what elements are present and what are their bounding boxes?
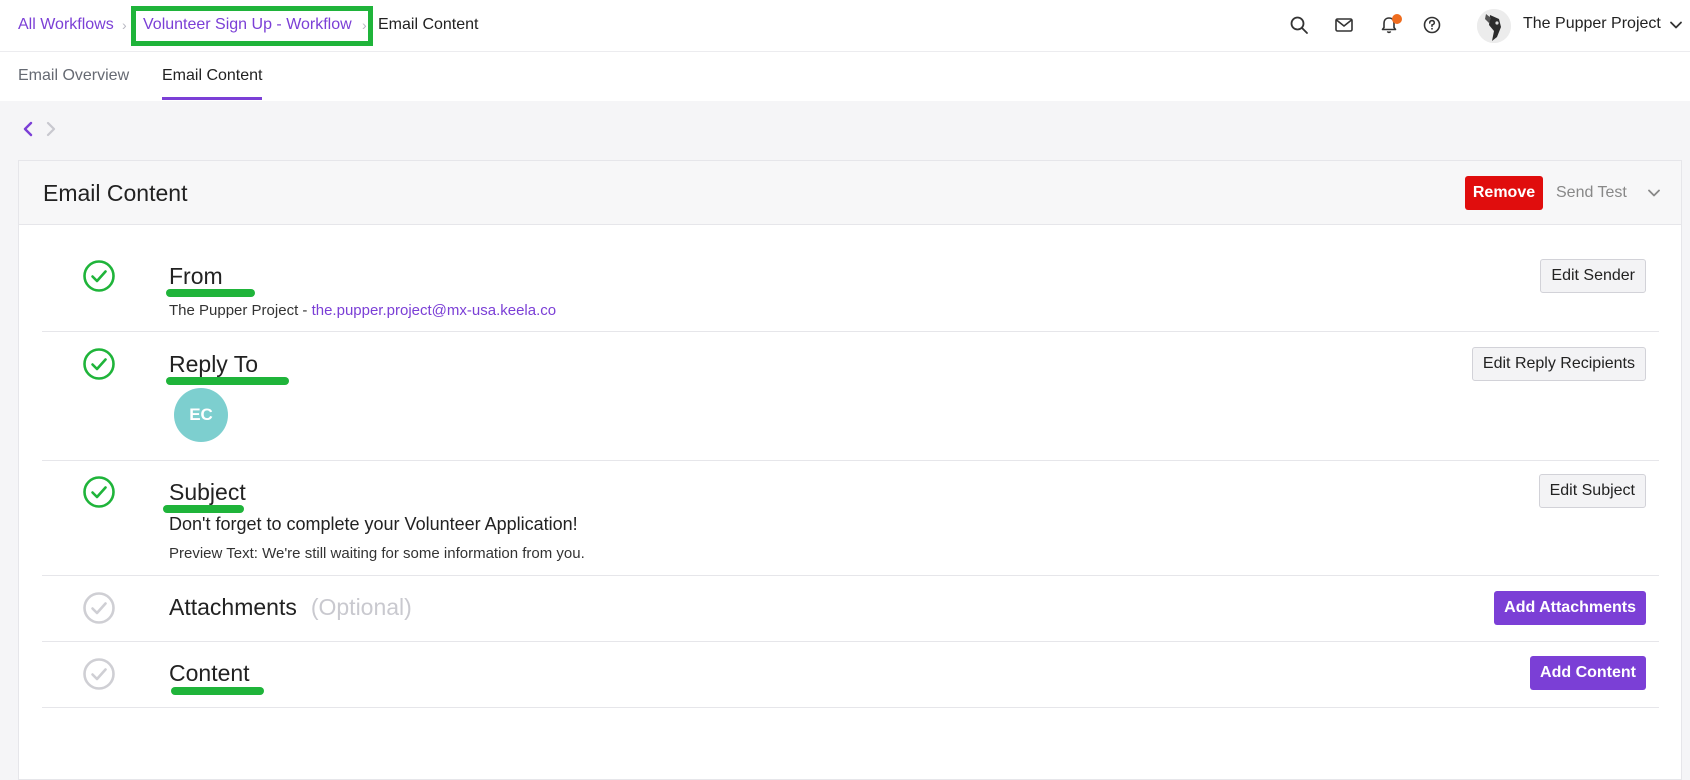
section-attachments: Attachments (Optional) Add Attachments — [42, 576, 1659, 642]
tab-bar: Email Overview Email Content — [0, 52, 1690, 101]
remove-button[interactable]: Remove — [1465, 176, 1543, 210]
chevron-down-icon[interactable] — [1668, 17, 1684, 33]
active-tab-indicator — [162, 97, 262, 100]
preview-text: Preview Text: We're still waiting for so… — [169, 545, 585, 562]
mail-icon[interactable] — [1333, 14, 1355, 36]
edit-reply-recipients-button[interactable]: Edit Reply Recipients — [1471, 347, 1646, 381]
highlight-underline — [166, 289, 255, 297]
tab-email-content[interactable]: Email Content — [162, 67, 263, 85]
highlight-underline — [166, 377, 289, 385]
section-from: From The Pupper Project - the.pupper.pro… — [42, 242, 1659, 332]
chevron-down-icon[interactable] — [1646, 185, 1662, 201]
org-avatar[interactable] — [1477, 9, 1511, 43]
add-attachments-button[interactable]: Add Attachments — [1494, 591, 1646, 625]
breadcrumb-separator: › — [122, 17, 127, 33]
sender-name: The Pupper Project - — [169, 302, 312, 319]
section-title-content: Content — [169, 660, 250, 686]
email-content-card: Email Content Remove Send Test From The … — [18, 160, 1682, 780]
help-icon[interactable] — [1421, 14, 1443, 36]
section-subject: Subject Don't forget to complete your Vo… — [42, 461, 1659, 576]
check-circle-icon — [83, 348, 115, 380]
section-content: Content Add Content — [42, 642, 1659, 708]
check-circle-icon — [83, 260, 115, 292]
section-title-reply-to: Reply To — [169, 351, 259, 377]
search-icon[interactable] — [1288, 14, 1310, 36]
tab-email-overview[interactable]: Email Overview — [18, 67, 129, 85]
check-circle-icon — [83, 476, 115, 508]
sender-detail: The Pupper Project - the.pupper.project@… — [169, 302, 556, 319]
breadcrumb-workflow[interactable]: Volunteer Sign Up - Workflow — [143, 16, 352, 34]
top-bar: All Workflows › Volunteer Sign Up - Work… — [0, 0, 1690, 52]
card-title: Email Content — [43, 180, 188, 206]
breadcrumb-current: Email Content — [378, 16, 479, 33]
breadcrumb-separator: › — [362, 17, 367, 33]
subject-line: Don't forget to complete your Volunteer … — [169, 514, 578, 534]
check-circle-icon — [83, 658, 115, 690]
recipient-avatar[interactable]: EC — [174, 388, 228, 442]
section-title-subject: Subject — [169, 479, 246, 505]
check-circle-icon — [83, 592, 115, 624]
section-title-from: From — [169, 263, 223, 289]
card-header: Email Content Remove Send Test — [19, 161, 1681, 225]
send-test-button[interactable]: Send Test — [1556, 184, 1627, 202]
highlight-underline — [171, 687, 264, 695]
notification-badge — [1392, 14, 1402, 24]
attachments-label: Attachments — [169, 594, 297, 620]
highlight-underline — [163, 505, 244, 513]
section-title-attachments: Attachments (Optional) — [169, 594, 412, 621]
chevron-right-icon[interactable] — [43, 120, 59, 138]
optional-label: (Optional) — [310, 594, 412, 620]
chevron-left-icon[interactable] — [20, 120, 36, 138]
org-name[interactable]: The Pupper Project — [1523, 15, 1661, 33]
add-content-button[interactable]: Add Content — [1530, 656, 1646, 690]
edit-subject-button[interactable]: Edit Subject — [1538, 474, 1646, 508]
breadcrumb-all-workflows[interactable]: All Workflows — [18, 16, 114, 34]
section-reply-to: Reply To EC Edit Reply Recipients — [42, 332, 1659, 461]
edit-sender-button[interactable]: Edit Sender — [1540, 259, 1646, 293]
sender-email-link[interactable]: the.pupper.project@mx-usa.keela.co — [312, 302, 557, 319]
